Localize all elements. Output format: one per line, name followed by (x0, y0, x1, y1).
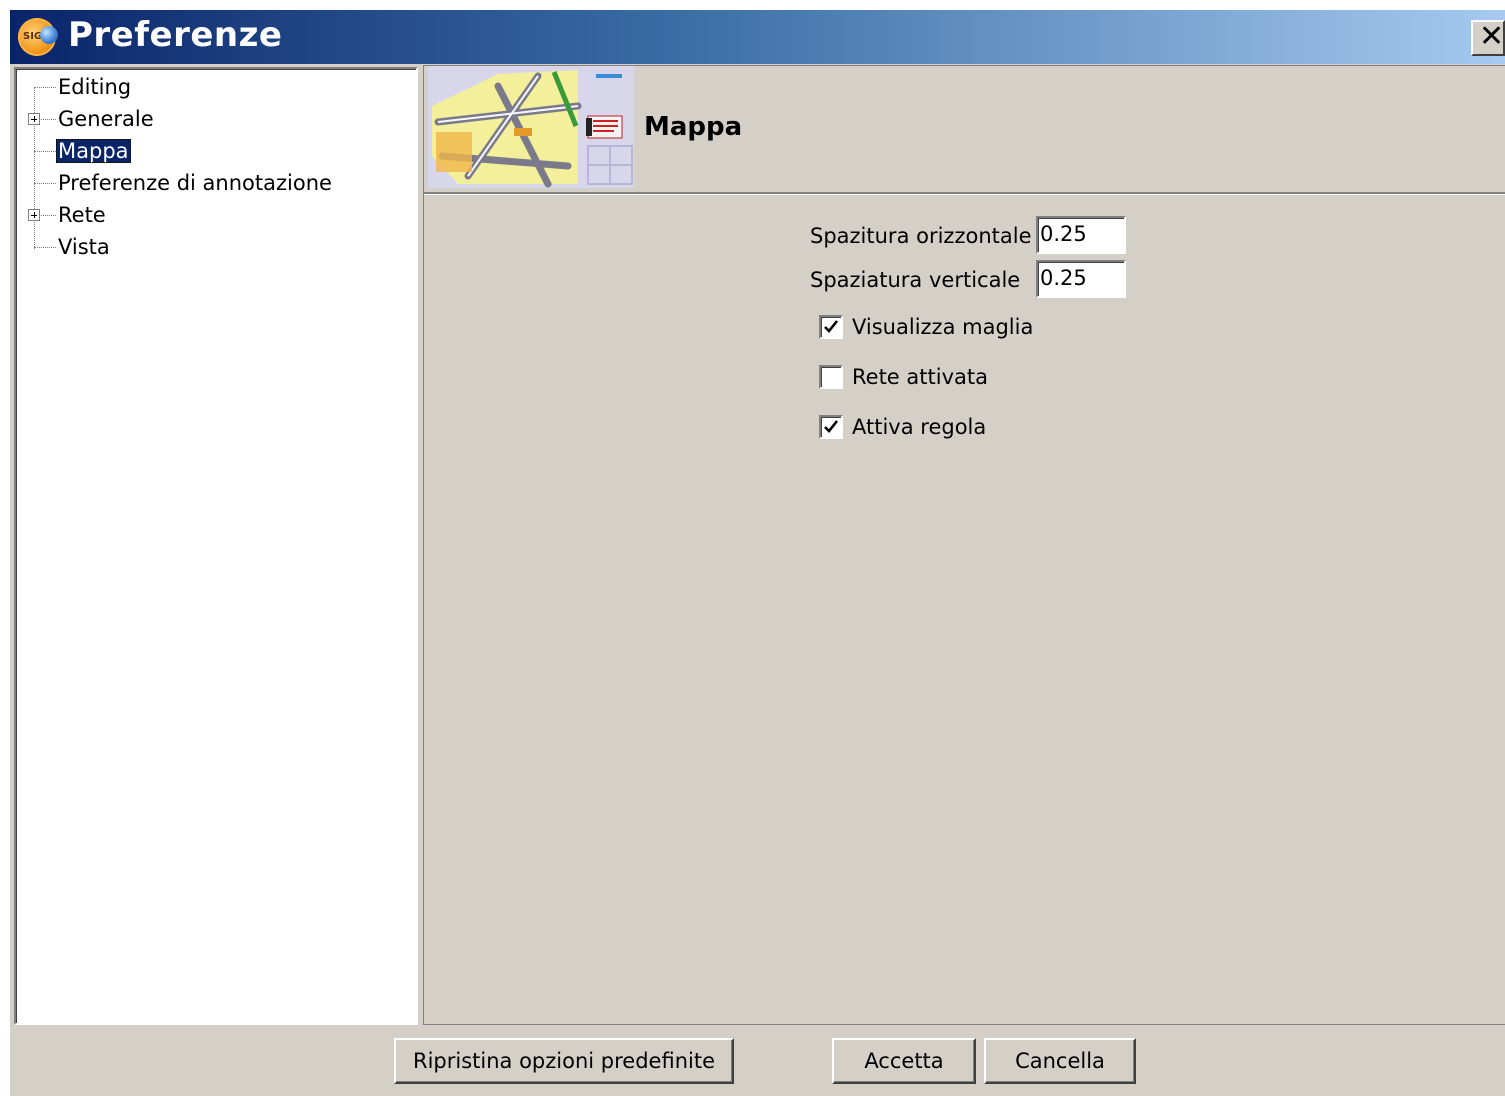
preferences-dialog: SIG Preferenze ✕ Editing Generale Mappa … (10, 10, 1505, 1096)
tree-connector (34, 87, 35, 249)
tree-connector (34, 183, 56, 184)
horizontal-spacing-label: Spazitura orizzontale (810, 224, 1032, 248)
show-grid-label[interactable]: Visualizza maglia (852, 313, 1033, 341)
tree-item-label: Mappa (56, 139, 131, 163)
tree-connector (34, 151, 56, 152)
checkmark-icon (824, 320, 839, 333)
preferences-tree[interactable]: Editing Generale Mappa Preferenze di ann… (14, 67, 418, 1025)
restore-defaults-button[interactable]: Ripristina opzioni predefinite (394, 1038, 734, 1084)
tree-item-label: Preferenze di annotazione (58, 171, 332, 195)
accept-button[interactable]: Accetta (832, 1038, 976, 1084)
vertical-spacing-input[interactable]: 0.25 (1036, 260, 1126, 298)
network-enabled-checkbox[interactable] (819, 365, 843, 389)
enable-rule-label[interactable]: Attiva regola (852, 413, 986, 441)
panel-title: Mappa (644, 112, 743, 142)
tree-item-generale[interactable]: Generale (56, 105, 156, 133)
close-button[interactable]: ✕ (1471, 19, 1505, 56)
tree-item-label: Rete (58, 203, 106, 227)
tree-item-label: Vista (58, 235, 110, 259)
dialog-footer: Ripristina opzioni predefinite Accetta C… (10, 1025, 1505, 1096)
enable-rule-checkbox[interactable] (819, 415, 843, 439)
checkmark-icon (824, 420, 839, 433)
window-title: Preferenze (68, 15, 283, 55)
tree-item-label: Generale (58, 107, 154, 131)
tree-connector (34, 87, 56, 88)
show-grid-checkbox[interactable] (819, 315, 843, 339)
expand-rete-icon[interactable] (28, 209, 40, 221)
network-enabled-label[interactable]: Rete attivata (852, 363, 988, 391)
panel-header: Mappa (424, 66, 1505, 195)
tree-item-label: Editing (58, 75, 132, 99)
settings-panel: Mappa Spazitura orizzontale 0.25 Spaziat… (424, 65, 1505, 1025)
close-icon: ✕ (1479, 19, 1505, 54)
tree-item-rete[interactable]: Rete (56, 201, 108, 229)
tree-connector (34, 247, 56, 248)
tree-item-mappa[interactable]: Mappa (56, 137, 131, 165)
horizontal-spacing-input[interactable]: 0.25 (1036, 216, 1126, 254)
title-bar[interactable]: SIG Preferenze ✕ (10, 10, 1505, 64)
tree-item-vista[interactable]: Vista (56, 233, 112, 261)
expand-generale-icon[interactable] (28, 113, 40, 125)
map-thumbnail-icon (428, 66, 634, 188)
tree-item-preferenze-annotazione[interactable]: Preferenze di annotazione (56, 169, 334, 197)
app-logo-icon: SIG (18, 18, 58, 56)
tree-item-editing[interactable]: Editing (56, 73, 133, 101)
vertical-spacing-label: Spaziatura verticale (810, 268, 1021, 292)
cancel-button[interactable]: Cancella (984, 1038, 1136, 1084)
